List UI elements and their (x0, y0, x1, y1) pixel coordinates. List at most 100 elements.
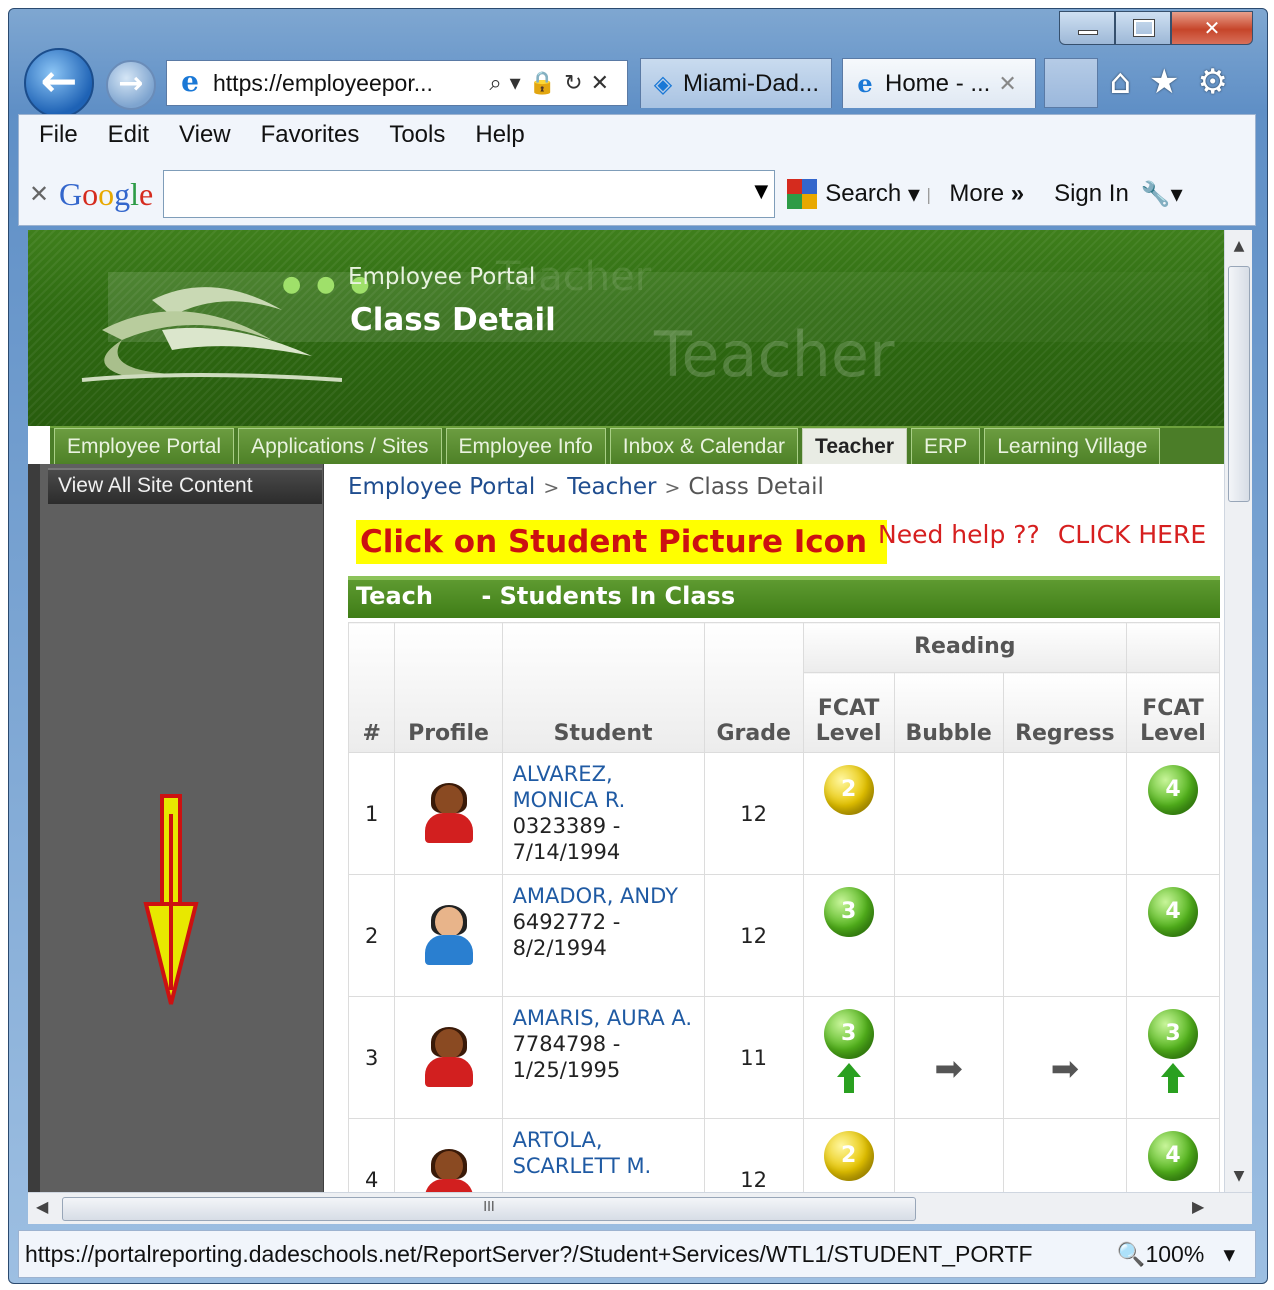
horizontal-scroll-thumb[interactable]: III (62, 1197, 916, 1221)
avatar-body (424, 1178, 473, 1192)
breadcrumb: Employee Portal > Teacher > Class Detail (348, 474, 824, 500)
maximize-button[interactable] (1115, 11, 1171, 45)
close-window-button[interactable]: ✕ (1171, 11, 1253, 45)
fcat-level-badge: 2 (823, 765, 874, 815)
help-link[interactable]: CLICK HERE (1058, 520, 1206, 549)
grade-cell: 12 (703, 752, 804, 875)
breadcrumb-employee-portal[interactable]: Employee Portal (348, 474, 535, 500)
vertical-scrollbar[interactable]: ▲ ▼ (1224, 230, 1252, 1192)
toolbar-area: File Edit View Favorites Tools Help ✕ Go… (18, 114, 1256, 226)
separator: | (925, 184, 932, 204)
ie-page-icon: e (181, 65, 199, 98)
tab-home[interactable]: e Home - ... ✕ (842, 58, 1036, 108)
stop-icon[interactable]: ✕ (591, 71, 617, 96)
horizontal-scrollbar[interactable]: ◀ III ▶ (28, 1192, 1252, 1224)
close-toolbar-icon[interactable]: ✕ (19, 180, 59, 208)
favorites-star-icon[interactable]: ★ (1149, 62, 1197, 102)
col-fcat-line2: Level (815, 721, 882, 746)
breadcrumb-teacher[interactable]: Teacher (567, 474, 656, 500)
window-controls: ✕ (1059, 11, 1253, 47)
avatar-head (434, 906, 463, 937)
grade-cell: 11 (703, 996, 804, 1119)
up-arrow-stem (843, 1077, 854, 1093)
wrench-icon[interactable]: 🔧▾ (1141, 180, 1183, 209)
student-picture-icon[interactable] (421, 904, 477, 967)
student-name-link[interactable]: AMADOR, ANDY (513, 883, 696, 909)
tab-miami-dade[interactable]: ◈ Miami-Dad... (640, 58, 832, 108)
view-all-site-content-link[interactable]: View All Site Content (48, 468, 322, 504)
close-tab-icon[interactable]: ✕ (998, 71, 1016, 97)
google-search-input[interactable]: ▼ (163, 170, 776, 218)
forward-button[interactable]: → (106, 60, 156, 110)
col-student: Student (501, 622, 705, 753)
menu-edit[interactable]: Edit (108, 121, 149, 149)
students-table-body: 1 ALVAREZ, MONICA R. 0323389 - 7/14/1994 12… (347, 752, 1221, 1192)
fcat-level-badge: 4 (1147, 1131, 1198, 1181)
menu-file[interactable]: File (39, 121, 78, 149)
vertical-scroll-thumb[interactable] (1228, 266, 1250, 502)
up-arrow-icon (836, 1063, 861, 1077)
student-picture-icon[interactable] (421, 1148, 477, 1192)
bubble-cell: ➡ (893, 996, 1004, 1119)
double-chevron-icon: » (1010, 180, 1025, 207)
tab-teacher[interactable]: Teacher (802, 428, 908, 464)
avatar-head (434, 1150, 463, 1181)
address-actions[interactable]: ⌕▾🔒↻✕ (489, 71, 627, 96)
back-button[interactable]: ← (24, 48, 94, 118)
sign-in-button[interactable]: Sign In (1054, 180, 1129, 208)
student-name-link[interactable]: AMARIS, AURA A. (513, 1005, 696, 1031)
ie-page-icon: e (857, 68, 873, 98)
dropdown-icon[interactable]: ▾ (901, 180, 920, 209)
student-picture-icon[interactable] (421, 782, 477, 845)
zoom-level: 100% (1145, 1240, 1205, 1267)
scroll-left-icon[interactable]: ◀ (36, 1197, 48, 1216)
dropdown-icon[interactable]: ▾ (510, 71, 529, 96)
tab-learning-village[interactable]: Learning Village (984, 428, 1161, 464)
tab-applications-sites[interactable]: Applications / Sites (238, 428, 442, 464)
menu-help[interactable]: Help (475, 121, 524, 149)
portal-nav-tabs: Employee Portal Applications / Sites Emp… (50, 426, 1224, 464)
instruction-callout: Click on Student Picture Icon (356, 520, 888, 564)
scroll-right-icon[interactable]: ▶ (1192, 1197, 1204, 1216)
menu-favorites[interactable]: Favorites (261, 121, 360, 149)
tab-erp[interactable]: ERP (911, 428, 981, 464)
student-picture-icon[interactable] (421, 1026, 477, 1089)
avatar-body (424, 1056, 473, 1087)
right-arrow-icon: ➡ (1050, 1049, 1080, 1089)
minimize-button[interactable] (1059, 11, 1115, 45)
up-arrow-icon (1160, 1063, 1185, 1077)
google-toolbar: ✕ Google ▼ Search ▾ | More » Sign In 🔧▾ (19, 165, 1255, 223)
search-label: Search (825, 180, 902, 207)
refresh-icon[interactable]: ↻ (564, 71, 590, 96)
student-cell: ARTOLA, SCARLETT M. (501, 1118, 705, 1192)
tab-inbox-calendar[interactable]: Inbox & Calendar (609, 428, 799, 464)
address-bar[interactable]: e https://employeepor... ⌕▾🔒↻✕ (166, 60, 628, 106)
col-bubble: Bubble (893, 672, 1004, 753)
tab-employee-portal[interactable]: Employee Portal (54, 428, 235, 464)
home-icon[interactable]: ⌂ (1109, 62, 1149, 102)
right-arrow-icon: ➡ (934, 1049, 963, 1089)
search-icon[interactable]: ⌕ (489, 71, 509, 96)
more-button[interactable]: More » (949, 180, 1024, 208)
profile-cell (394, 996, 503, 1119)
scroll-up-icon[interactable]: ▲ (1225, 238, 1253, 254)
grade-cell: 12 (703, 1118, 804, 1192)
scroll-down-icon[interactable]: ▼ (1225, 1168, 1253, 1184)
fcat-level-badge: 3 (823, 887, 874, 937)
new-tab-button[interactable] (1044, 58, 1098, 108)
menu-view[interactable]: View (179, 121, 231, 149)
google-search-button[interactable]: Search ▾ (787, 179, 920, 209)
zoom-control[interactable]: 🔍100% ▾ (1097, 1241, 1255, 1268)
menu-tools[interactable]: Tools (389, 121, 445, 149)
table-row: 4 ARTOLA, SCARLETT M. 12 2 4 (347, 1118, 1221, 1192)
dropdown-icon[interactable]: ▼ (754, 181, 768, 202)
student-name-link[interactable]: ALVAREZ, MONICA R. (513, 761, 696, 813)
student-name-link[interactable]: ARTOLA, SCARLETT M. (513, 1127, 696, 1179)
address-text[interactable]: https://employeepor... (213, 70, 489, 97)
avatar-body (424, 934, 473, 965)
breadcrumb-separator: > (543, 477, 560, 499)
table-row: 3 AMARIS, AURA A. 7784798 - 1/25/1995 11 3 ➡ ➡… (347, 996, 1221, 1119)
gear-icon[interactable]: ⚙ (1198, 62, 1246, 102)
tab-employee-info[interactable]: Employee Info (445, 428, 606, 464)
sidebar-edge (28, 464, 40, 1192)
